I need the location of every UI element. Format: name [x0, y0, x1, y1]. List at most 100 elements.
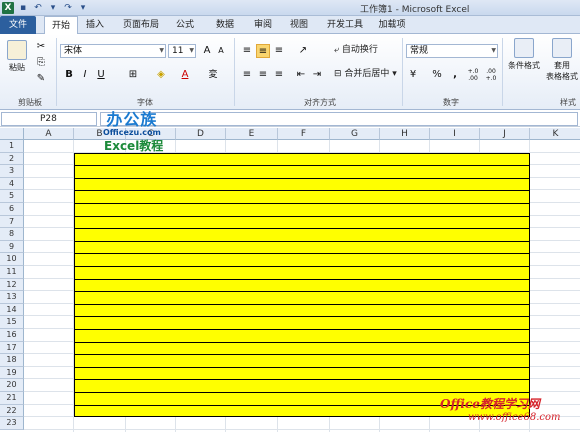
row-header-18[interactable]: 18	[0, 354, 24, 367]
row-border-line	[74, 316, 530, 318]
underline-button[interactable]: U	[94, 68, 108, 82]
row-header-4[interactable]: 4	[0, 177, 24, 191]
chevron-down-icon[interactable]: ▾	[47, 2, 59, 14]
select-all-corner[interactable]	[0, 128, 24, 140]
row-header-17[interactable]: 17	[0, 341, 24, 355]
row-border-line	[74, 190, 530, 192]
increase-decimal-button[interactable]: +.0 .00	[466, 68, 480, 82]
increase-indent-icon[interactable]: ⇥	[310, 68, 324, 82]
column-header-g[interactable]: G	[330, 128, 380, 140]
row-header-16[interactable]: 16	[0, 329, 24, 342]
formula-input[interactable]	[100, 112, 578, 126]
align-bottom-icon[interactable]: ≡	[272, 44, 286, 58]
merge-icon: ⊟	[334, 69, 345, 79]
row-header-3[interactable]: 3	[0, 165, 24, 178]
column-header-i[interactable]: I	[430, 128, 480, 140]
chevron-down-icon: ▼	[491, 47, 496, 54]
row-border-line	[74, 253, 530, 255]
italic-button[interactable]: I	[78, 68, 92, 82]
align-top-icon[interactable]: ≡	[240, 44, 254, 58]
row-header-10[interactable]: 10	[0, 253, 24, 266]
orientation-icon[interactable]: ↗	[296, 44, 310, 58]
tab-file[interactable]: 文件	[0, 16, 36, 34]
align-right-icon[interactable]: ≡	[272, 68, 286, 82]
shrink-font-button[interactable]: A	[214, 44, 228, 58]
grow-font-button[interactable]: A	[200, 44, 214, 58]
borders-icon[interactable]: ⊞	[126, 68, 140, 82]
column-header-a[interactable]: A	[24, 128, 74, 140]
row-header-20[interactable]: 20	[0, 379, 24, 392]
undo-icon[interactable]: ↶	[32, 2, 44, 14]
tab-data[interactable]: 数据	[210, 16, 240, 34]
row-header-12[interactable]: 12	[0, 278, 24, 292]
paste-button[interactable]: 粘贴	[4, 40, 30, 73]
number-format-select[interactable]: 常规 ▼	[406, 44, 498, 58]
tab-insert[interactable]: 插入	[80, 16, 110, 34]
align-middle-icon[interactable]: ≡	[256, 44, 270, 58]
column-header-e[interactable]: E	[226, 128, 278, 140]
column-header-h[interactable]: H	[380, 128, 430, 140]
font-color-icon[interactable]: A	[178, 68, 192, 82]
row-header-9[interactable]: 9	[0, 240, 24, 254]
redo-icon[interactable]: ↷	[62, 2, 74, 14]
group-separator	[402, 38, 403, 106]
merge-center-button[interactable]: ⊟ 合并后居中 ▾	[334, 68, 397, 81]
worksheet-grid[interactable]: A B C D E F G H I J K 1 2 3 4 5 6 7 8 9 10 11 12 13 14 15 16 17 18 19…	[0, 128, 580, 432]
name-box[interactable]: P28	[1, 112, 97, 126]
align-center-icon[interactable]: ≡	[256, 68, 270, 82]
comma-button[interactable]: ,	[448, 68, 462, 82]
tab-developer[interactable]: 开发工具	[320, 16, 370, 34]
percent-button[interactable]: %	[430, 68, 444, 82]
row-header-8[interactable]: 8	[0, 228, 24, 241]
fill-color-icon[interactable]: ◈	[154, 68, 168, 82]
highlighted-range[interactable]	[74, 152, 530, 418]
row-header-19[interactable]: 19	[0, 366, 24, 380]
group-separator	[502, 38, 503, 106]
row-header-15[interactable]: 15	[0, 316, 24, 329]
group-separator	[56, 38, 57, 106]
ribbon: 粘贴 ✂ ⎘ ✎ 剪贴板 宋体 ▼ 11 ▼ A A B I U ⊞ ◈ A 変 字…	[0, 34, 580, 110]
tab-review[interactable]: 审阅	[248, 16, 278, 34]
row-header-7[interactable]: 7	[0, 215, 24, 229]
bold-button[interactable]: B	[62, 68, 76, 82]
row-border-line	[74, 379, 530, 381]
tab-formulas[interactable]: 公式	[170, 16, 200, 34]
format-painter-icon[interactable]: ✎	[34, 72, 48, 86]
currency-icon[interactable]: ¥	[406, 68, 420, 82]
tab-view[interactable]: 视图	[284, 16, 314, 34]
row-header-2[interactable]: 2	[0, 152, 24, 166]
tab-home[interactable]: 开始	[44, 16, 78, 35]
phonetic-guide-icon[interactable]: 変	[206, 68, 220, 82]
row-header-14[interactable]: 14	[0, 303, 24, 317]
column-header-k[interactable]: K	[530, 128, 580, 140]
cut-icon[interactable]: ✂	[34, 40, 48, 54]
copy-icon[interactable]: ⎘	[34, 56, 48, 70]
row-header-21[interactable]: 21	[0, 392, 24, 405]
customize-qat-icon[interactable]: ▾	[77, 2, 89, 14]
row-header-6[interactable]: 6	[0, 203, 24, 216]
row-border-line	[74, 366, 530, 368]
row-header-5[interactable]: 5	[0, 190, 24, 203]
tab-page-layout[interactable]: 页面布局	[116, 16, 166, 34]
row-header-1[interactable]: 1	[0, 140, 24, 153]
row-header-11[interactable]: 11	[0, 266, 24, 279]
column-header-j[interactable]: J	[480, 128, 530, 140]
row-header-13[interactable]: 13	[0, 291, 24, 304]
align-left-icon[interactable]: ≡	[240, 68, 254, 82]
conditional-format-button[interactable]: 条件格式	[506, 38, 542, 71]
format-as-table-button[interactable]: 套用 表格格式	[544, 38, 580, 82]
save-icon[interactable]: ▪	[17, 2, 29, 14]
font-name-select[interactable]: 宋体 ▼	[60, 44, 166, 58]
column-header-d[interactable]: D	[176, 128, 226, 140]
table-icon	[552, 38, 572, 58]
tab-addins[interactable]: 加载项	[372, 16, 412, 34]
row-header-22[interactable]: 22	[0, 404, 24, 418]
column-header-f[interactable]: F	[278, 128, 330, 140]
row-header-23[interactable]: 23	[0, 417, 24, 430]
quick-access-toolbar: X ▪ ↶ ▾ ↷ ▾	[2, 1, 89, 15]
font-size-select[interactable]: 11 ▼	[168, 44, 196, 58]
wrap-text-button[interactable]: ⤶ 自动换行	[334, 44, 378, 57]
decrease-indent-icon[interactable]: ⇤	[294, 68, 308, 82]
row-border-line	[74, 240, 530, 242]
decrease-decimal-button[interactable]: .00 +.0	[484, 68, 498, 82]
